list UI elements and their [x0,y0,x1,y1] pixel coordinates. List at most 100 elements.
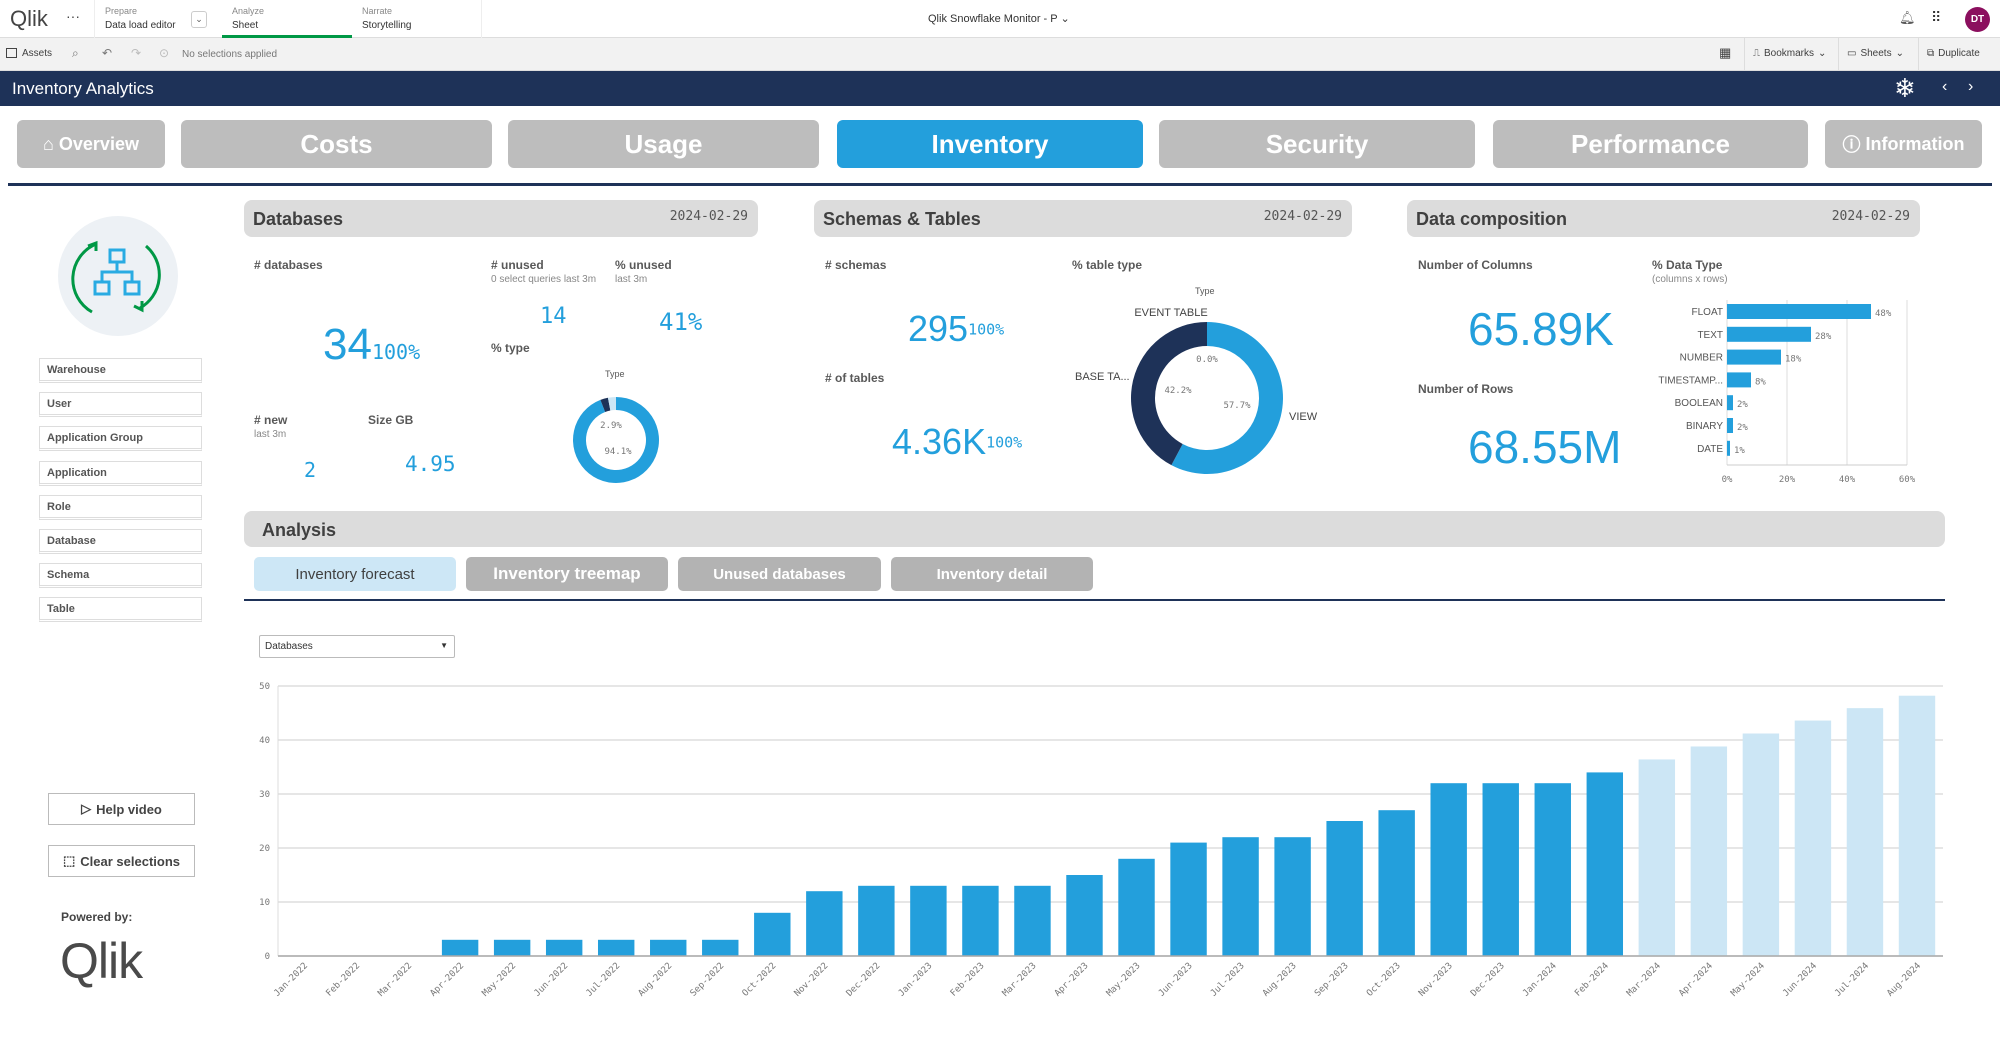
step-back-icon[interactable]: ↶ [102,46,112,60]
narrate-tab[interactable]: Narrate Storytelling [352,0,482,38]
tab-inventory[interactable]: Inventory [837,120,1143,168]
chevron-down-icon: ⌄ [1895,48,1904,59]
x-tick-label: Aug-2024 [1885,961,1923,999]
sheets-button[interactable]: ▭ Sheets ⌄ [1838,38,1912,71]
data-label: 2% [1737,400,1748,410]
filter-role[interactable]: Role [39,494,202,520]
bar [1534,783,1571,956]
slice-label: 42.2% [1164,386,1192,396]
duplicate-icon: ⧉ [1927,48,1935,59]
bookmarks-button[interactable]: ⎍ Bookmarks ⌄ [1744,38,1834,71]
x-tick-label: Dec-2022 [845,961,883,999]
filter-application[interactable]: Application [39,460,202,486]
kpi-label: # new [254,413,288,427]
bar [1586,772,1624,956]
bar [806,891,843,956]
previous-sheet-icon[interactable]: ‹ [1942,78,1947,96]
bar [910,885,947,956]
tab-usage[interactable]: Usage [508,120,819,168]
analyze-tab[interactable]: Analyze Sheet [222,0,352,38]
x-tick-label: May-2023 [1105,961,1143,999]
tab-security[interactable]: Security [1159,120,1475,168]
bar [1430,783,1467,956]
help-video-button[interactable]: ▷ Help video [48,793,195,825]
x-tick-label: Feb-2024 [1573,961,1611,999]
filter-user[interactable]: User [39,392,202,418]
next-sheet-icon[interactable]: › [1968,78,1973,96]
apps-grid-icon[interactable]: ⠿ [1931,9,1941,26]
measure-dropdown[interactable]: Databases ▼ [259,635,455,658]
bar [1638,759,1676,956]
filter-table[interactable]: Table [39,597,202,623]
tab-inventory-detail[interactable]: Inventory detail [891,557,1093,591]
kpi-rows: 68.55M [1468,421,1622,473]
bar [1727,395,1733,411]
avatar[interactable]: DT [1965,7,1990,32]
kpi-label: # schemas [825,258,887,272]
category-label: FLOAT [1692,307,1723,318]
legend-label: VIEW [1289,411,1318,423]
bar [597,939,635,956]
filter-application-group[interactable]: Application Group [39,426,202,452]
bar [1727,372,1751,388]
prepare-tab[interactable]: Prepare Data load editor ⌄ [94,0,222,38]
bar [441,939,479,956]
bar [1690,746,1728,956]
bar [1727,349,1781,365]
x-tick-label: Mar-2022 [376,961,414,999]
assets-button[interactable]: Assets [6,48,52,59]
x-tick-label: Jun-2023 [1157,961,1195,999]
x-tick-label: Jul-2024 [1833,961,1871,999]
x-tick-label: Jul-2023 [1209,961,1247,999]
chevron-down-icon[interactable]: ⌄ [191,11,207,28]
x-tick-label: Apr-2024 [1677,961,1715,999]
x-tick-label: Sep-2023 [1313,961,1351,999]
kpi-schemas: 295100% [908,308,1005,349]
bar [1727,326,1811,342]
app-title-dropdown[interactable]: Qlik Snowflake Monitor - P ⌄ [928,12,1070,25]
tab-overview[interactable]: ⌂ Overview [17,120,165,168]
tab-inventory-treemap[interactable]: Inventory treemap [466,557,668,591]
duplicate-button[interactable]: ⧉ Duplicate [1918,38,1988,71]
category-label: BINARY [1686,421,1723,432]
bell-icon[interactable]: 🔔︎ [1899,10,1916,26]
more-menu-button[interactable]: ··· [66,8,80,24]
tab-unused-databases[interactable]: Unused databases [678,557,881,591]
slice-label: 0.0% [1196,355,1218,365]
kpi-label: % table type [1072,258,1143,272]
grid-layout-icon[interactable]: ▦ [1719,45,1731,61]
tab-costs[interactable]: Costs [181,120,492,168]
x-tick-label: 60% [1899,475,1916,485]
x-tick-label: May-2024 [1729,961,1767,999]
slice-label: 94.1% [604,447,632,457]
schemas-header: Schemas & Tables 2024-02-29 [814,200,1352,237]
step-forward-icon[interactable]: ↷ [131,46,141,60]
filter-schema[interactable]: Schema [39,563,202,589]
x-tick-label: 0% [1722,475,1733,485]
tab-performance[interactable]: Performance [1493,120,1808,168]
x-tick-label: Jul-2022 [585,961,623,999]
x-tick-label: Oct-2023 [1365,961,1403,999]
data-label: 8% [1755,377,1766,387]
bar [1482,783,1519,956]
data-label: 28% [1815,332,1832,342]
panel-icon [6,48,17,58]
sheet-icon: ▭ [1847,48,1857,59]
slice-label: 2.9% [600,421,622,431]
smart-search-icon[interactable]: ⌕ [72,46,79,61]
x-tick-label: Oct-2022 [741,961,779,999]
x-tick-label: Nov-2023 [1417,961,1455,999]
clear-selections-icon[interactable]: ⊙ [159,46,169,60]
filter-database[interactable]: Database [39,529,202,554]
chart-title: Type [1195,286,1215,296]
category-label: BOOLEAN [1675,398,1723,409]
x-tick-label: Dec-2023 [1469,961,1507,999]
clear-selections-button[interactable]: ⬚ Clear selections [48,845,195,877]
info-icon: ⓘ [1842,135,1861,155]
data-label: 1% [1734,446,1745,456]
filter-warehouse[interactable]: Warehouse [39,358,202,383]
slice-label: 57.7% [1223,401,1251,411]
qlik-logo[interactable]: Qlik [10,6,48,32]
tab-information[interactable]: ⓘ Information [1825,120,1982,168]
tab-inventory-forecast[interactable]: Inventory forecast [254,557,456,591]
